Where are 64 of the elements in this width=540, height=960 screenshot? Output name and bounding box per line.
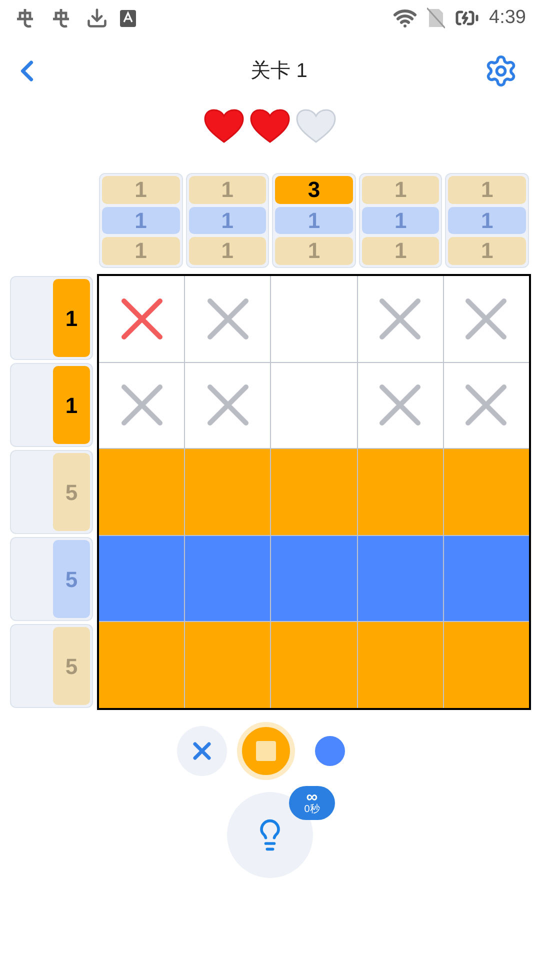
column-clue: 1 (362, 206, 440, 234)
grid-cell[interactable] (271, 622, 357, 708)
grid-cell[interactable] (99, 449, 184, 535)
grid-cell[interactable] (185, 536, 270, 622)
grid-cell[interactable] (271, 449, 357, 535)
grid-cell[interactable] (358, 536, 443, 622)
column-clue: 1 (188, 237, 266, 266)
column-clue: 1 (102, 237, 180, 266)
grid-cell[interactable] (185, 276, 270, 362)
cross-icon (464, 383, 508, 428)
clock-time: 4:39 (489, 6, 526, 30)
cross-icon (378, 383, 422, 428)
grid-cell[interactable] (185, 362, 270, 448)
column-clue: 1 (362, 176, 440, 204)
column-clue: 1 (448, 237, 526, 266)
hint-timer: 0秒 (304, 805, 320, 815)
grid-cell[interactable] (271, 536, 357, 622)
settings-icon (484, 54, 518, 88)
cross-icon (378, 296, 422, 341)
row-clue: 5 (53, 453, 90, 531)
grid-cell[interactable] (271, 276, 357, 362)
square-icon (256, 741, 276, 761)
column-clue: 1 (188, 206, 266, 234)
grid-cell[interactable] (358, 622, 443, 708)
grid-cell[interactable] (99, 276, 184, 362)
grid-cell[interactable] (358, 449, 443, 535)
grid-cell[interactable] (271, 362, 357, 448)
column-clue: 3 (275, 176, 353, 204)
grid-cell[interactable] (444, 276, 529, 362)
grid-cell[interactable] (444, 362, 529, 448)
column-clue: 1 (188, 176, 266, 204)
cross-icon (206, 383, 250, 428)
column-clue: 1 (448, 176, 526, 204)
no-sim-icon (427, 7, 446, 29)
cross-icon (120, 383, 164, 428)
grid-cell[interactable] (358, 276, 443, 362)
grid-cell[interactable] (185, 622, 270, 708)
cross-tool-button[interactable] (177, 726, 227, 776)
column-clue: 1 (275, 206, 353, 234)
column-clue: 1 (102, 206, 180, 234)
download-icon (86, 7, 108, 29)
column-clue: 1 (102, 176, 180, 204)
grid-cell[interactable] (99, 536, 184, 622)
circle-tool-button[interactable] (315, 736, 345, 766)
cross-icon (464, 296, 508, 341)
grid-cell[interactable] (185, 449, 270, 535)
column-clue: 1 (362, 237, 440, 266)
grid-cell[interactable] (99, 622, 184, 708)
row-clue: 5 (53, 540, 90, 618)
column-clue: 1 (275, 237, 353, 266)
infinity-symbol: ∞ (306, 791, 318, 805)
column-clue: 1 (448, 206, 526, 234)
grid-cell[interactable] (358, 362, 443, 448)
text-icon (120, 10, 136, 26)
grid-cell[interactable] (444, 449, 529, 535)
row-clue: 1 (53, 366, 90, 444)
grid-cell[interactable] (444, 622, 529, 708)
level-title: 关卡 1 (250, 59, 308, 84)
cross-icon (206, 296, 250, 341)
row-clue: 5 (53, 627, 90, 705)
row-clue: 1 (53, 279, 90, 357)
grid-cell[interactable] (444, 536, 529, 622)
wrong-cross-icon (120, 296, 164, 341)
grid-cell[interactable] (99, 362, 184, 448)
